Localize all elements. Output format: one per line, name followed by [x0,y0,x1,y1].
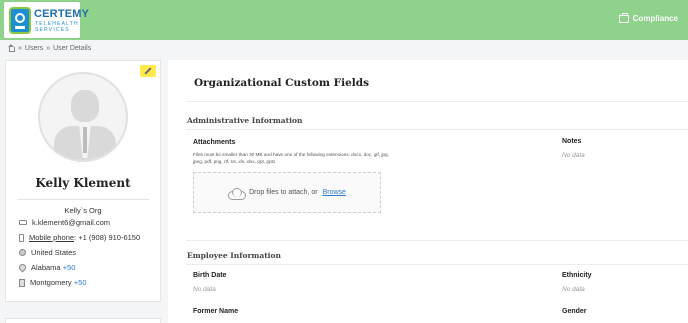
email-row: k.klement6@gmail.com [19,218,110,227]
top-navbar: CERTEMY TELEHEALTH SERVICES Compliance [0,0,688,40]
secondary-card [5,318,161,323]
state-value: Alabama [31,263,61,272]
building-icon [19,278,25,287]
notes-value: No data [562,152,585,159]
divider [186,101,688,102]
gender-label: Gender [562,308,587,315]
divider [186,264,688,265]
certemy-logo[interactable]: CERTEMY TELEHEALTH SERVICES [4,2,89,38]
attachments-label: Attachments [193,139,236,146]
logo-subtitle: TELEHEALTH SERVICES [35,21,79,33]
cloud-upload-icon [228,187,247,200]
compliance-menu[interactable]: Compliance [618,12,678,23]
breadcrumb-separator: » [18,44,22,52]
city-value: Montgomery [30,278,72,287]
drop-text: Drop files to attach, or [249,189,318,196]
phone-value: : +1 (908) 910-6150 [74,233,141,242]
user-name: Kelly Klement [35,176,131,190]
logo-badge-icon [9,7,31,34]
city-row: Montgomery +50 [19,278,87,287]
notes-label: Notes [562,138,582,145]
breadcrumb: » Users » User Details [7,44,91,52]
edit-pencil-icon[interactable] [140,65,156,77]
divider [17,199,149,200]
city-more-link[interactable]: +50 [74,278,87,287]
state-more-link[interactable]: +50 [63,263,76,272]
birth-date-value: No data [193,286,216,293]
breadcrumb-separator: » [46,44,51,52]
envelope-icon [19,220,27,225]
compliance-label: Compliance [632,14,678,23]
state-row: Alabama +50 [17,262,76,273]
former-name-label: Former Name [193,308,239,315]
globe-icon [19,249,26,256]
breadcrumb-user-details: User Details [53,44,92,52]
email-value[interactable]: k.klement6@gmail.com [32,218,110,227]
home-icon[interactable] [7,44,15,52]
divider [186,129,688,130]
map-pin-icon [17,262,28,273]
logo-name: CERTEMY [34,8,90,20]
briefcase-icon [618,12,629,23]
phone-icon [19,233,24,242]
ethnicity-value: No data [562,286,585,293]
ethnicity-label: Ethnicity [562,272,592,279]
phone-label[interactable]: Mobile phone [29,233,74,242]
breadcrumb-users[interactable]: Users [25,45,43,52]
page-title: Organizational Custom Fields [194,77,370,89]
avatar [38,72,128,162]
section-title-employee: Employee Information [187,251,281,260]
country-value: United States [31,248,77,257]
country-row: United States [19,248,76,257]
section-title-administrative: Administrative Information [187,116,303,125]
divider [186,240,688,241]
phone-row: Mobile phone: +1 (908) 910-6150 [19,233,140,242]
file-dropzone[interactable]: Drop files to attach, or Browse [193,172,381,213]
birth-date-label: Birth Date [193,272,227,279]
attachments-hint: Files must be smaller than 30 MB and hav… [193,152,389,164]
organization-name: Kelly`s Org [64,206,102,215]
browse-link[interactable]: Browse [323,189,346,196]
